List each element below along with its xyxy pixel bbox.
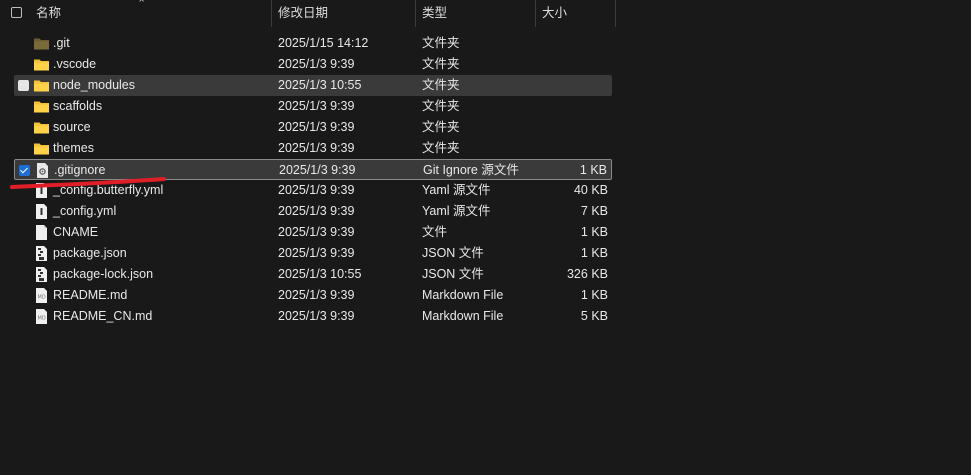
file-size: 5 KB	[580, 309, 608, 323]
file-date: 2025/1/3 9:39	[278, 225, 355, 239]
file-row[interactable]: .vscode 2025/1/3 9:39 文件夹	[14, 54, 612, 75]
select-all-checkbox[interactable]	[11, 7, 22, 18]
file-size: 1 KB	[580, 288, 608, 302]
file-name: node_modules	[53, 78, 136, 92]
file-type: Yaml 源文件	[422, 204, 491, 218]
file-date: 2025/1/3 9:39	[278, 309, 355, 323]
folder-icon	[33, 119, 50, 136]
file-date: 2025/1/3 9:39	[278, 141, 355, 155]
column-size-label: 大小	[542, 6, 568, 20]
json-file-icon	[33, 266, 50, 283]
folder-icon	[33, 56, 50, 73]
markdown-file-icon: MD	[33, 287, 50, 304]
column-divider[interactable]	[615, 0, 616, 27]
file-row[interactable]: package.json 2025/1/3 9:39 JSON 文件 1 KB	[14, 243, 612, 264]
file-type: Yaml 源文件	[422, 183, 491, 197]
file-row[interactable]: CNAME 2025/1/3 9:39 文件 1 KB	[14, 222, 612, 243]
file-date: 2025/1/15 14:12	[278, 36, 369, 50]
file-date: 2025/1/3 9:39	[278, 57, 355, 71]
file-type: JSON 文件	[422, 267, 484, 281]
row-checkbox[interactable]	[18, 80, 29, 91]
file-size: 1 KB	[580, 246, 608, 260]
column-type-header[interactable]: 类型	[416, 0, 535, 27]
file-type: Markdown File	[422, 309, 504, 323]
column-date-header[interactable]: 修改日期	[272, 0, 415, 27]
file-date: 2025/1/3 9:39	[278, 288, 355, 302]
file-type: Git Ignore 源文件	[423, 163, 519, 177]
file-size: 40 KB	[573, 183, 608, 197]
file-name: README.md	[53, 288, 128, 302]
sort-ascending-icon: ⌃	[137, 0, 147, 10]
column-type-label: 类型	[422, 6, 448, 20]
file-row[interactable]: scaffolds 2025/1/3 9:39 文件夹	[14, 96, 612, 117]
file-row[interactable]: source 2025/1/3 9:39 文件夹	[14, 117, 612, 138]
file-name: themes	[53, 141, 94, 155]
blank-file-icon	[33, 224, 50, 241]
file-type: 文件夹	[422, 57, 460, 71]
file-row[interactable]: themes 2025/1/3 9:39 文件夹	[14, 138, 612, 159]
file-size: 7 KB	[580, 204, 608, 218]
file-name: README_CN.md	[53, 309, 153, 323]
svg-text:MD: MD	[38, 295, 46, 301]
file-date: 2025/1/3 9:39	[279, 163, 356, 177]
file-name: .git	[53, 36, 70, 50]
file-date: 2025/1/3 9:39	[278, 183, 355, 197]
file-date: 2025/1/3 9:39	[278, 204, 355, 218]
file-type: 文件夹	[422, 78, 460, 92]
file-size: 326 KB	[566, 267, 608, 281]
folder-icon	[33, 77, 50, 94]
red-annotation-underline	[10, 177, 166, 189]
file-row[interactable]: node_modules 2025/1/3 10:55 文件夹	[14, 75, 612, 96]
column-size-header[interactable]: 大小	[536, 0, 615, 27]
file-row[interactable]: MD README_CN.md 2025/1/3 9:39 Markdown File…	[14, 306, 612, 327]
file-name: package-lock.json	[53, 267, 154, 281]
file-date: 2025/1/3 10:55	[278, 78, 362, 92]
column-header: 名称 ⌃ 修改日期 类型 大小	[0, 0, 616, 27]
file-date: 2025/1/3 9:39	[278, 120, 355, 134]
file-size: 1 KB	[580, 225, 608, 239]
file-name: package.json	[53, 246, 127, 260]
file-name: source	[53, 120, 91, 134]
file-date: 2025/1/3 9:39	[278, 99, 355, 113]
file-type: 文件夹	[422, 36, 460, 50]
folder-icon	[33, 140, 50, 157]
file-name: _config.yml	[53, 204, 117, 218]
file-date: 2025/1/3 9:39	[278, 246, 355, 260]
folder-icon	[33, 98, 50, 115]
yaml-file-icon	[33, 203, 50, 220]
file-name: CNAME	[53, 225, 99, 239]
file-row[interactable]: _config.yml 2025/1/3 9:39 Yaml 源文件 7 KB	[14, 201, 612, 222]
folder-dark-icon	[33, 35, 50, 52]
file-name: scaffolds	[53, 99, 103, 113]
file-type: 文件夹	[422, 120, 460, 134]
file-type: Markdown File	[422, 288, 504, 302]
file-name: .vscode	[53, 57, 97, 71]
file-row[interactable]: package-lock.json 2025/1/3 10:55 JSON 文件 32…	[14, 264, 612, 285]
file-type: 文件夹	[422, 141, 460, 155]
column-name-header[interactable]: 名称	[30, 0, 271, 27]
file-row[interactable]: .git 2025/1/15 14:12 文件夹	[14, 33, 612, 54]
markdown-file-icon: MD	[33, 308, 50, 325]
column-name-label: 名称	[36, 6, 62, 20]
file-size: 1 KB	[579, 163, 607, 177]
file-row[interactable]: MD README.md 2025/1/3 9:39 Markdown File 1 K…	[14, 285, 612, 306]
file-date: 2025/1/3 10:55	[278, 267, 362, 281]
file-type: 文件夹	[422, 99, 460, 113]
file-type: JSON 文件	[422, 246, 484, 260]
svg-text:MD: MD	[38, 316, 46, 322]
json-file-icon	[33, 245, 50, 262]
row-checkbox-checked[interactable]	[19, 165, 30, 176]
file-type: 文件	[422, 225, 448, 239]
column-date-label: 修改日期	[278, 6, 329, 20]
